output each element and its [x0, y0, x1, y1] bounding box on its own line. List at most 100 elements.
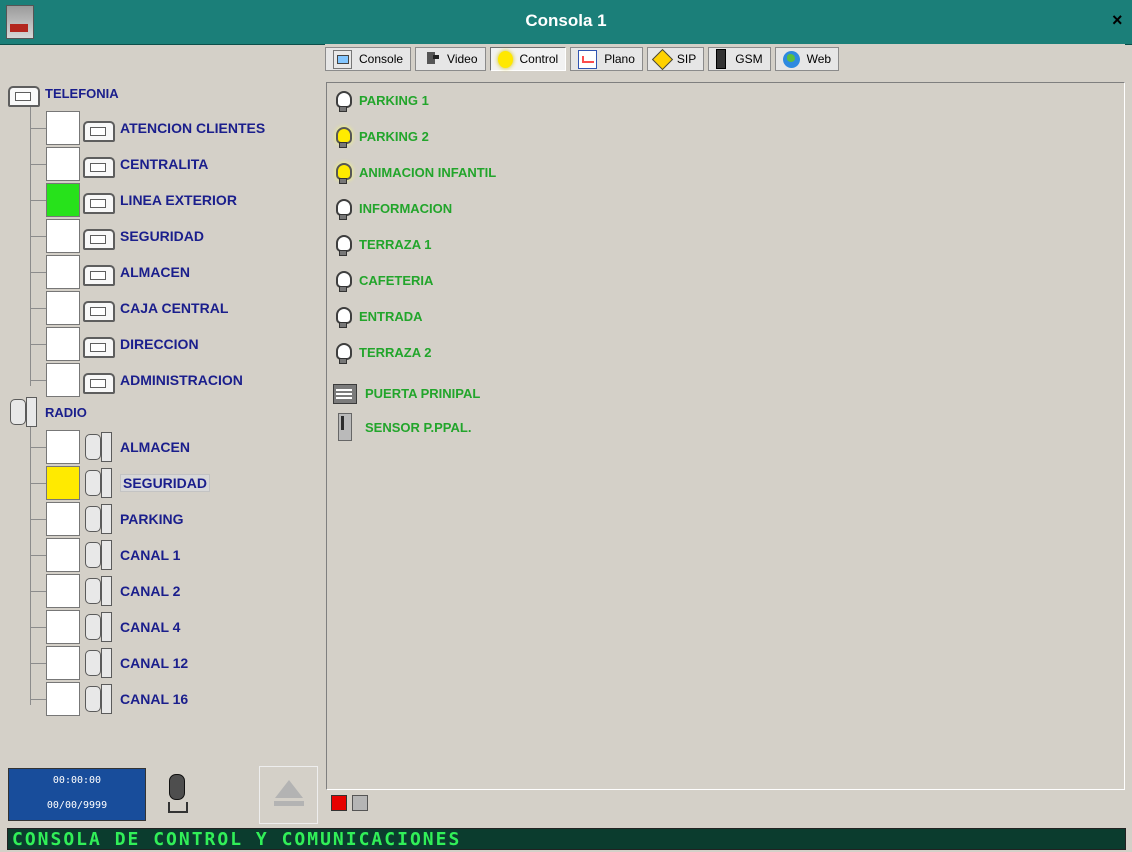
- date-display: 00/00/9999: [46, 800, 108, 811]
- tree-connector: [30, 308, 46, 309]
- tab-web[interactable]: Web: [774, 47, 840, 71]
- status-indicator: [46, 291, 80, 325]
- status-indicator: [46, 219, 80, 253]
- tab-video-label: Video: [447, 52, 478, 66]
- phone-icon: [80, 152, 115, 178]
- radio-icon: [5, 395, 39, 429]
- control-panel: PARKING 1 PARKING 2 ANIMACION INFANTIL I…: [326, 82, 1125, 790]
- microphone-icon[interactable]: [162, 769, 190, 819]
- tree-connector: [30, 200, 46, 201]
- tree-item-atencion-clientes[interactable]: ATENCION CLIENTES: [46, 111, 265, 145]
- tree-group-radio[interactable]: RADIO: [5, 395, 87, 429]
- tree-connector: [30, 344, 46, 345]
- control-item-terraza-2[interactable]: TERRAZA 2: [333, 340, 431, 365]
- tree-group-telefonia[interactable]: TELEFONIA: [5, 76, 119, 110]
- tree-item-seguridad-phone[interactable]: SEGURIDAD: [46, 219, 204, 253]
- control-label: ENTRADA: [359, 309, 423, 324]
- status-indicator: [46, 682, 80, 716]
- control-label: PARKING 2: [359, 129, 429, 144]
- status-indicator: [46, 430, 80, 464]
- main-toolbar: Console Video Control Plano SIP GSM Web: [325, 44, 1125, 74]
- console-icon: [333, 49, 352, 69]
- tree-item-canal-1[interactable]: CANAL 1: [46, 538, 180, 572]
- tree-item-centralita[interactable]: CENTRALITA: [46, 147, 208, 181]
- control-label: PUERTA PRINIPAL: [365, 386, 481, 401]
- tab-console-label: Console: [359, 52, 404, 66]
- title-bar: Consola 1 ×: [0, 0, 1132, 45]
- tree-item-caja-central[interactable]: CAJA CENTRAL: [46, 291, 228, 325]
- stop-icon[interactable]: [352, 795, 368, 811]
- tab-plano[interactable]: Plano: [570, 47, 643, 71]
- tab-control-label: Control: [519, 52, 559, 66]
- tree-connector: [30, 699, 46, 700]
- control-label: TERRAZA 2: [359, 345, 432, 360]
- tab-sip-label: SIP: [676, 52, 697, 66]
- control-item-terraza-1[interactable]: TERRAZA 1: [333, 232, 431, 257]
- tree-connector: [30, 380, 46, 381]
- tree-item-parking-radio[interactable]: PARKING: [46, 502, 184, 536]
- tree-item-canal-16[interactable]: CANAL 16: [46, 682, 188, 716]
- tree-item-label: CANAL 1: [120, 547, 181, 563]
- tree-item-almacen-phone[interactable]: ALMACEN: [46, 255, 190, 289]
- control-item-puerta-principal[interactable]: PUERTA PRINIPAL: [333, 381, 480, 406]
- tree-item-canal-4[interactable]: CANAL 4: [46, 610, 180, 644]
- tree-connector: [30, 663, 46, 664]
- tree-item-canal-2[interactable]: CANAL 2: [46, 574, 180, 608]
- tree-item-seguridad-radio[interactable]: SEGURIDAD: [46, 466, 211, 500]
- tree-connector: [30, 272, 46, 273]
- lightbulb-on-icon: [333, 161, 352, 185]
- radio-icon: [80, 466, 114, 500]
- ticker-text: CONSOLA DE CONTROL Y COMUNICACIONES: [12, 829, 462, 850]
- tree-item-label: CAJA CENTRAL: [120, 300, 229, 316]
- tree-item-label: ALMACEN: [120, 264, 190, 280]
- tree-item-linea-exterior[interactable]: LINEA EXTERIOR: [46, 183, 237, 217]
- tab-video[interactable]: Video: [415, 47, 486, 71]
- tree-item-direccion[interactable]: DIRECCION: [46, 327, 199, 361]
- tree-item-label: CENTRALITA: [120, 156, 209, 172]
- tree-item-label: PARKING: [120, 511, 184, 527]
- clock-panel: 00:00:00 00/00/9999: [8, 768, 146, 821]
- control-item-parking-1[interactable]: PARKING 1: [333, 88, 429, 113]
- control-item-entrada[interactable]: ENTRADA: [333, 304, 423, 329]
- status-indicator: [46, 466, 80, 500]
- tree-item-canal-12[interactable]: CANAL 12: [46, 646, 188, 680]
- close-icon[interactable]: ×: [1112, 11, 1128, 29]
- phone-icon: [80, 116, 115, 142]
- tree-line: [30, 92, 31, 386]
- record-icon[interactable]: [331, 795, 347, 811]
- status-indicator: [46, 111, 80, 145]
- web-icon: [782, 50, 800, 68]
- tree-item-label: CANAL 2: [120, 583, 181, 599]
- radio-icon: [80, 502, 114, 536]
- tab-console[interactable]: Console: [325, 47, 412, 71]
- tree-item-administracion[interactable]: ADMINISTRACION: [46, 363, 243, 397]
- control-item-cafeteria[interactable]: CAFETERIA: [333, 268, 433, 293]
- record-controls: [330, 794, 390, 814]
- radio-icon: [80, 682, 114, 716]
- control-item-informacion[interactable]: INFORMACION: [333, 196, 452, 221]
- status-indicator: [46, 646, 80, 680]
- control-item-parking-2[interactable]: PARKING 2: [333, 124, 429, 149]
- tree-item-label: ADMINISTRACION: [120, 372, 243, 388]
- radio-icon: [80, 538, 114, 572]
- tab-gsm-label: GSM: [735, 52, 763, 66]
- control-label: TERRAZA 1: [359, 237, 432, 252]
- lightbulb-icon: [333, 89, 352, 113]
- lightbulb-icon: [333, 305, 352, 329]
- phone-icon: [80, 368, 115, 394]
- status-indicator: [46, 574, 80, 608]
- status-indicator: [46, 363, 80, 397]
- tab-gsm[interactable]: GSM: [708, 47, 771, 71]
- radio-icon: [80, 574, 114, 608]
- tree-item-almacen-radio[interactable]: ALMACEN: [46, 430, 190, 464]
- tree-connector: [30, 236, 46, 237]
- control-item-animacion-infantil[interactable]: ANIMACION INFANTIL: [333, 160, 496, 185]
- control-item-sensor-ppal[interactable]: SENSOR P.PPAL.: [333, 412, 471, 441]
- eject-button[interactable]: [259, 766, 318, 824]
- time-display: 00:00:00: [52, 775, 102, 786]
- tab-control[interactable]: Control: [489, 47, 567, 71]
- tree-group-label: RADIO: [45, 404, 87, 420]
- tab-sip[interactable]: SIP: [646, 47, 705, 71]
- window-title: Consola 1: [525, 11, 607, 30]
- gate-icon: [333, 383, 357, 404]
